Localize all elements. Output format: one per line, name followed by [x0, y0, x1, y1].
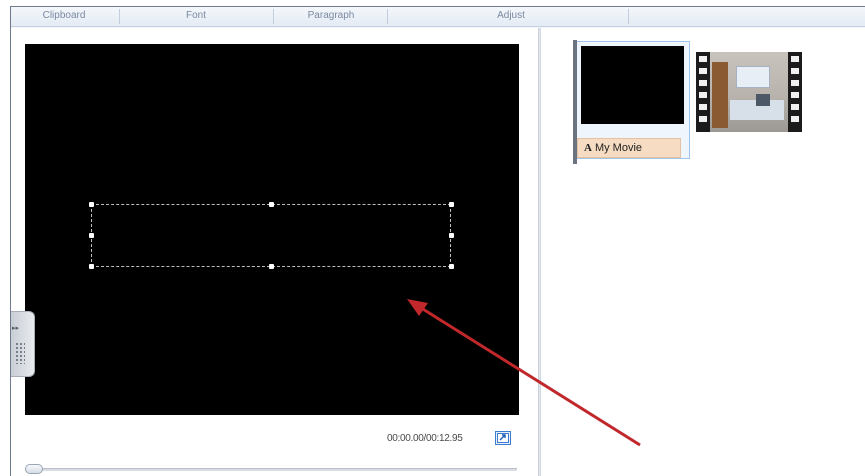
- ribbon-group-font: Font: [185, 10, 206, 21]
- resize-handle-left[interactable]: [89, 233, 94, 238]
- video-clip-thumbnail: [710, 52, 788, 132]
- playback-time-readout: 00:00.00/00:12.95: [387, 433, 463, 444]
- movie-maker-window: Clipboard Font Paragraph Adjust 00:00.00…: [10, 6, 865, 476]
- caption-text-box[interactable]: [89, 202, 454, 269]
- resize-handle-bottom[interactable]: [269, 264, 274, 269]
- ribbon-group-clipboard: Clipboard: [42, 10, 86, 21]
- seek-thumb[interactable]: [25, 464, 43, 474]
- ribbon-group-labels: Clipboard Font Paragraph Adjust: [11, 7, 865, 27]
- storyboard-pane: A My Movie: [541, 28, 865, 476]
- title-clip-thumbnail: [581, 46, 684, 124]
- ribbon-group-paragraph: Paragraph: [307, 10, 355, 21]
- ribbon-separator: [387, 9, 388, 24]
- preview-monitor[interactable]: [25, 44, 519, 415]
- film-strip-right: [788, 52, 802, 132]
- expand-icon: [497, 433, 509, 443]
- film-strip-left: [696, 52, 710, 132]
- resize-handle-right[interactable]: [449, 233, 454, 238]
- resize-handle-top-left[interactable]: [89, 202, 94, 207]
- resize-handle-top[interactable]: [269, 202, 274, 207]
- seek-bar[interactable]: [25, 468, 517, 471]
- ribbon-group-adjust: Adjust: [497, 10, 525, 21]
- text-caption-icon: A: [584, 142, 592, 154]
- grip-icon: [15, 342, 25, 364]
- ribbon-separator: [273, 9, 274, 24]
- resize-handle-bottom-right[interactable]: [449, 264, 454, 269]
- double-chevron-icon: ▸▸: [12, 325, 20, 332]
- collapse-panel-toggle[interactable]: ▸▸: [11, 311, 35, 377]
- video-clip[interactable]: [696, 52, 802, 132]
- resize-handle-bottom-left[interactable]: [89, 264, 94, 269]
- ribbon-separator: [119, 9, 120, 24]
- fullscreen-button[interactable]: [495, 431, 511, 445]
- ribbon-separator: [628, 9, 629, 24]
- preview-pane: 00:00.00/00:12.95: [11, 28, 541, 476]
- title-clip-label: My Movie: [594, 142, 643, 154]
- resize-handle-top-right[interactable]: [449, 202, 454, 207]
- title-clip-caption[interactable]: A My Movie: [577, 138, 681, 158]
